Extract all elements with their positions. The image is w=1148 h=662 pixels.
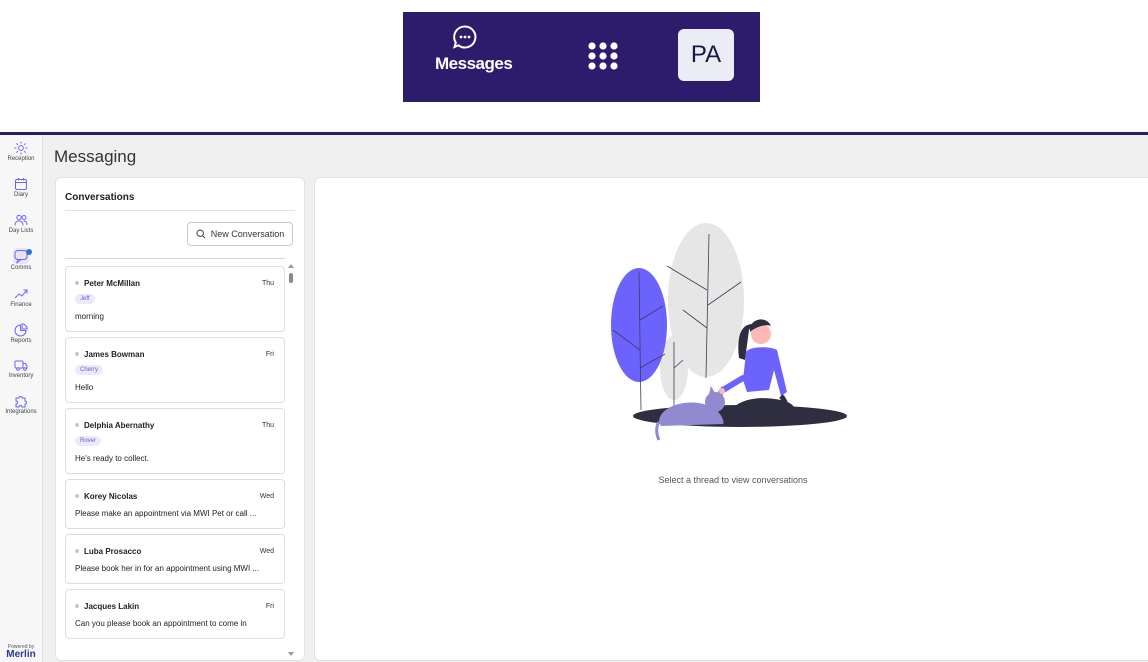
pet-tag: Rover bbox=[75, 436, 102, 446]
calendar-icon bbox=[15, 178, 27, 190]
sidebar-item-day-lists[interactable]: Day Lists bbox=[0, 213, 42, 234]
divider bbox=[65, 258, 285, 259]
contact-name: Delphia Abernathy bbox=[75, 421, 154, 430]
message-preview: Please book her in for an appointment us… bbox=[75, 564, 260, 573]
scroll-down-arrow[interactable] bbox=[288, 652, 294, 656]
divider bbox=[65, 210, 295, 211]
message-day: Wed bbox=[259, 548, 274, 555]
contact-name: Luba Prosacco bbox=[75, 547, 141, 556]
scroll-up-arrow[interactable] bbox=[288, 264, 294, 268]
sidebar-item-label: Inventory bbox=[8, 373, 34, 379]
conversation-item[interactable]: Korey Nicolas Wed Please make an appoint… bbox=[65, 479, 285, 529]
message-day: Thu bbox=[261, 422, 274, 429]
sidebar-item-label: Finance bbox=[10, 302, 32, 308]
top-nav-bar: Messages PA bbox=[403, 12, 760, 102]
status-dot bbox=[75, 422, 79, 427]
pet-tag: Jeff bbox=[75, 294, 95, 304]
sidebar-item-comms[interactable]: Comms bbox=[0, 248, 42, 271]
trend-icon bbox=[14, 289, 28, 299]
contact-name: James Bowman bbox=[75, 350, 144, 359]
pet-tag: Cherry bbox=[75, 365, 104, 375]
page-title: Messaging bbox=[54, 147, 137, 166]
message-day: Thu bbox=[261, 280, 274, 287]
conversation-item[interactable]: Luba Prosacco Wed Please book her in for… bbox=[65, 534, 285, 584]
contact-name: Korey Nicolas bbox=[75, 492, 137, 501]
conversation-item[interactable]: Delphia Abernathy Thu Rover He's ready t… bbox=[65, 408, 285, 474]
scrollbar[interactable] bbox=[288, 264, 294, 656]
new-conversation-label: New Conversation bbox=[210, 229, 285, 239]
message-preview: morning bbox=[75, 312, 104, 321]
sidebar-item-integrations[interactable]: Integrations bbox=[0, 394, 42, 415]
message-day: Fri bbox=[265, 603, 274, 610]
app-frame: Reception Diary Day Lists Comms Finance … bbox=[0, 132, 1148, 662]
messages-label: Messages bbox=[435, 54, 513, 73]
sidebar-item-inventory[interactable]: Inventory bbox=[0, 358, 42, 379]
sidebar-item-diary[interactable]: Diary bbox=[0, 177, 42, 198]
status-dot bbox=[75, 548, 79, 553]
sidebar-item-reports[interactable]: Reports bbox=[0, 323, 42, 344]
message-day: Fri bbox=[265, 351, 274, 358]
message-preview: Hello bbox=[75, 383, 94, 392]
status-dot bbox=[75, 603, 79, 608]
message-preview: Can you please book an appointment to co… bbox=[75, 619, 247, 628]
users-icon bbox=[14, 214, 28, 226]
new-conversation-button[interactable]: New Conversation bbox=[187, 222, 293, 246]
messages-nav-button[interactable]: Messages bbox=[435, 24, 513, 74]
conversation-item[interactable]: James Bowman Fri Cherry Hello bbox=[65, 337, 285, 403]
notification-dot bbox=[26, 249, 32, 255]
status-dot bbox=[75, 351, 79, 356]
status-dot bbox=[75, 280, 79, 285]
sidebar-item-label: Comms bbox=[10, 265, 32, 271]
sidebar-item-finance[interactable]: Finance bbox=[0, 287, 42, 308]
conversation-item[interactable]: Jacques Lakin Fri Can you please book an… bbox=[65, 589, 285, 639]
sidebar-item-label: Day Lists bbox=[8, 228, 34, 234]
search-icon bbox=[196, 229, 206, 239]
reception-icon bbox=[14, 141, 28, 155]
message-preview: He's ready to collect. bbox=[75, 454, 150, 463]
sidebar-item-label: Diary bbox=[13, 192, 28, 198]
sidebar-item-reception[interactable]: Reception bbox=[0, 141, 42, 162]
pie-chart-icon bbox=[14, 323, 28, 337]
conversations-panel: Conversations New Conversation Peter McM… bbox=[55, 177, 305, 661]
empty-state-illustration bbox=[611, 223, 847, 441]
message-preview: Please make an appointment via MWI Pet o… bbox=[75, 509, 257, 518]
chat-bubble-icon bbox=[452, 25, 477, 49]
contact-name: Jacques Lakin bbox=[75, 602, 139, 611]
empty-state-message: Select a thread to view conversations bbox=[658, 475, 808, 485]
status-dot bbox=[75, 493, 79, 498]
merlin-logo: Merlin bbox=[6, 649, 36, 660]
truck-icon bbox=[14, 360, 28, 371]
conversations-heading: Conversations bbox=[65, 192, 135, 203]
contact-name: Peter McMillan bbox=[75, 279, 140, 288]
user-avatar[interactable]: PA bbox=[678, 29, 734, 81]
puzzle-icon bbox=[15, 396, 27, 408]
conversation-item[interactable]: Peter McMillan Thu Jeff morning bbox=[65, 266, 285, 332]
scroll-thumb[interactable] bbox=[289, 273, 293, 283]
sidebar-item-label: Integrations bbox=[5, 409, 37, 415]
sidebar-item-label: Reception bbox=[7, 156, 35, 162]
conversation-list[interactable]: Peter McMillan Thu Jeff morning James Bo… bbox=[65, 266, 285, 656]
sidebar: Reception Diary Day Lists Comms Finance … bbox=[0, 135, 43, 662]
apps-grid-icon[interactable] bbox=[587, 41, 619, 76]
sidebar-item-label: Reports bbox=[10, 338, 32, 344]
message-day: Wed bbox=[259, 493, 274, 500]
thread-panel: Select a thread to view conversations bbox=[314, 177, 1148, 661]
powered-by: Powered by Merlin bbox=[0, 644, 42, 660]
